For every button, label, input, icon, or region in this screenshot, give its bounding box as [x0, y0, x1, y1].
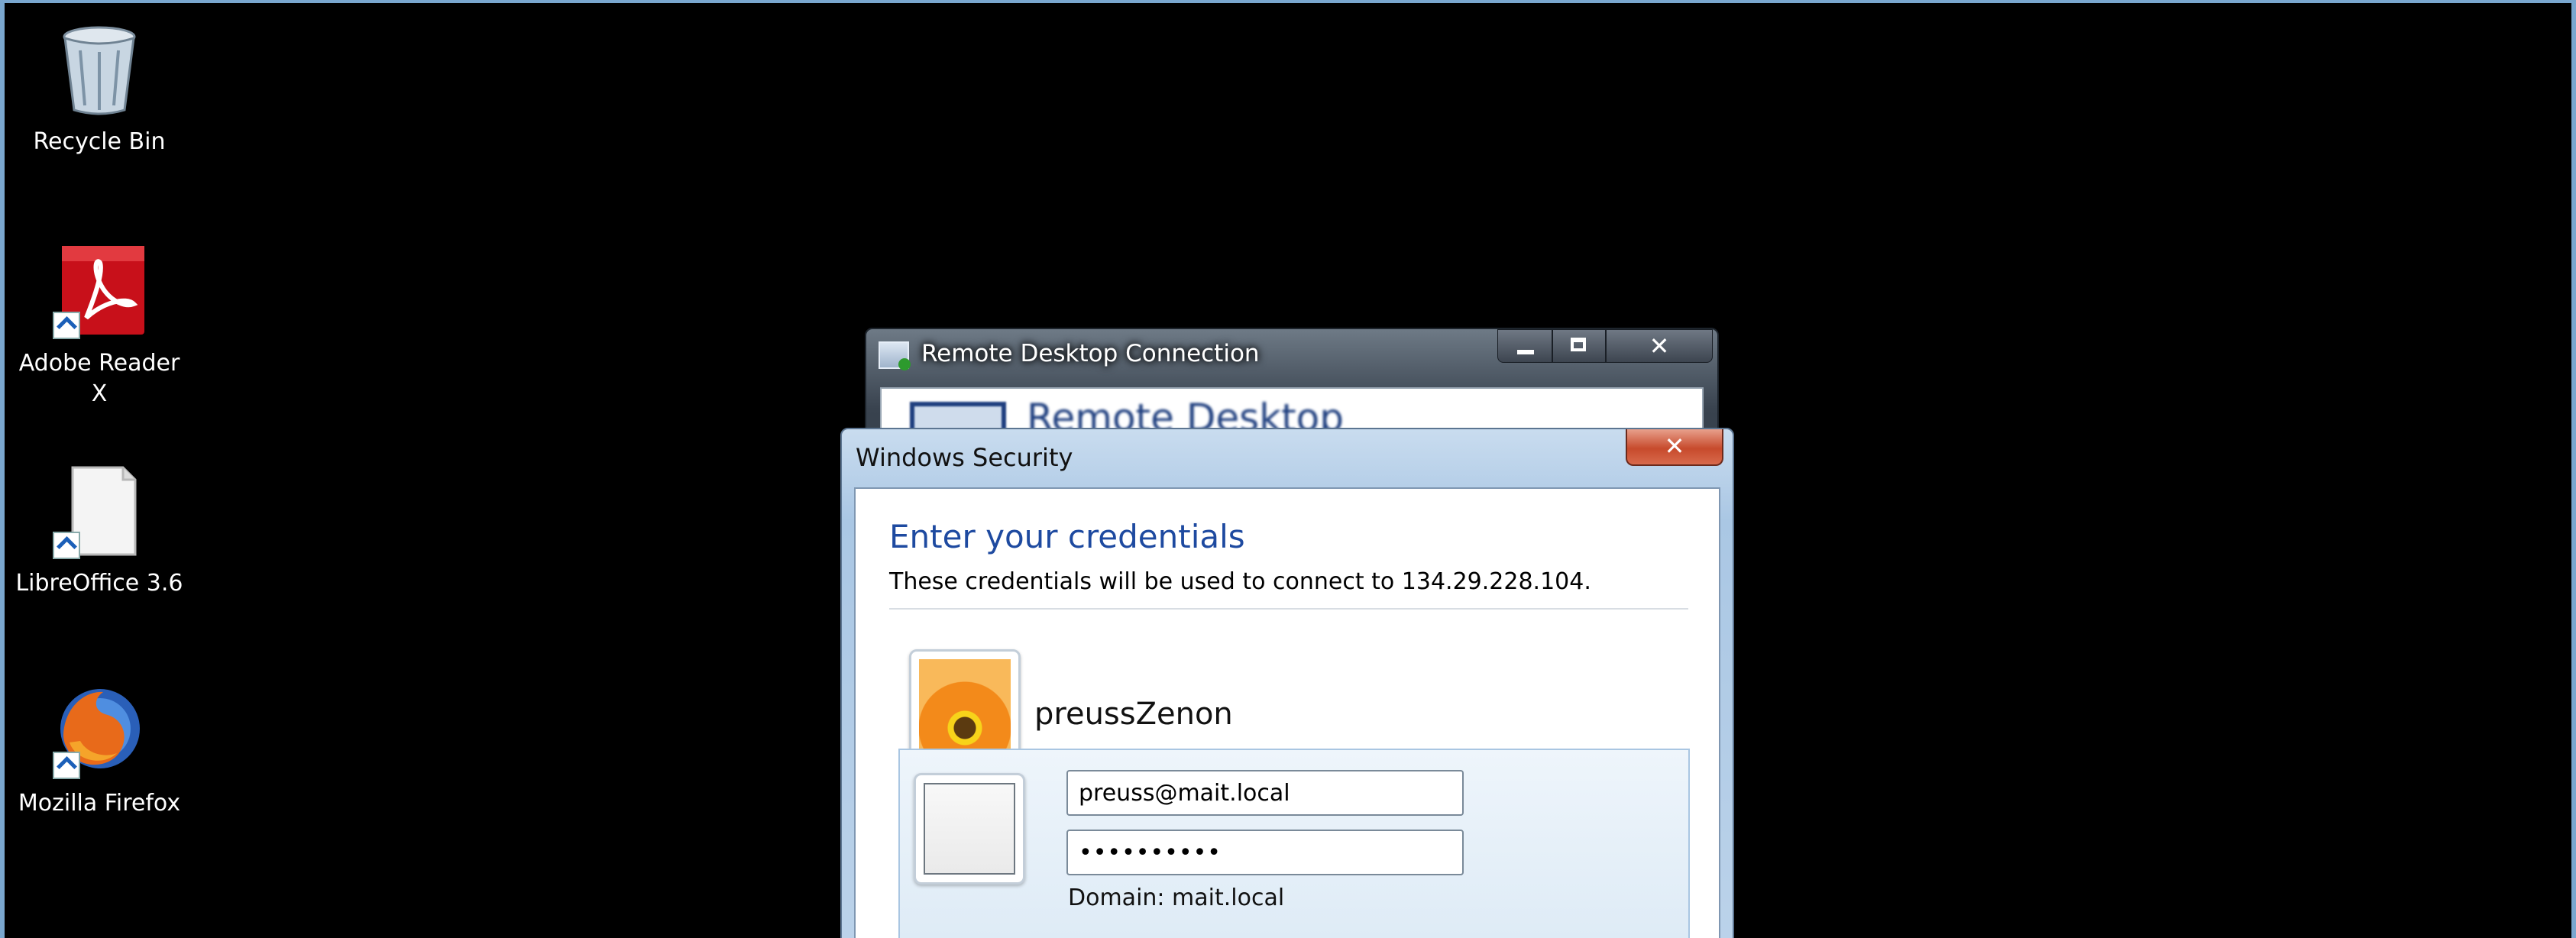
close-button[interactable]: ✕ [1606, 329, 1713, 363]
username-input[interactable] [1066, 770, 1464, 816]
flower-avatar-icon [919, 659, 1011, 751]
saved-user-name[interactable]: preussZenon [1034, 697, 1233, 732]
dialog-title: Windows Security [856, 443, 1073, 472]
credentials-heading: Enter your credentials [889, 518, 1245, 555]
remote-desktop-icon [879, 341, 911, 370]
recycle-bin-icon [50, 20, 149, 119]
dialog-body: Enter your credentials These credentials… [854, 487, 1720, 938]
minimize-button[interactable] [1497, 329, 1552, 363]
desktop-icon-label: Recycle Bin [33, 128, 166, 155]
dialog-close-button[interactable]: ✕ [1626, 429, 1723, 466]
adobe-reader-icon [50, 241, 149, 341]
remote-desktop-frame: Recycle Bin Adobe Reader X LibreOffice 3… [0, 0, 2576, 938]
credentials-description: These credentials will be used to connec… [889, 568, 1591, 595]
shortcut-arrow-icon [53, 312, 80, 339]
rdc-titlebar[interactable]: Remote Desktop Connection ✕ [866, 329, 1717, 380]
password-input[interactable] [1066, 830, 1464, 875]
saved-user-tile[interactable] [909, 649, 1021, 761]
desktop-icon-firefox[interactable]: Mozilla Firefox [15, 681, 183, 819]
domain-label: Domain: mait.local [1068, 885, 1285, 911]
close-icon: ✕ [1649, 332, 1670, 361]
new-user-tile [914, 773, 1025, 885]
credential-entry-panel[interactable]: Domain: mait.local [898, 749, 1690, 938]
libreoffice-icon [50, 461, 149, 561]
shortcut-arrow-icon [53, 752, 80, 779]
desktop-icon-recycle-bin[interactable]: Recycle Bin [15, 20, 183, 157]
shortcut-arrow-icon [53, 532, 80, 559]
windows-security-dialog: Windows Security ✕ Enter your credential… [840, 428, 1734, 938]
firefox-icon [50, 681, 149, 781]
desktop-icon-libreoffice[interactable]: LibreOffice 3.6 [15, 461, 183, 599]
maximize-button[interactable] [1552, 329, 1606, 363]
desktop-icon-label: Mozilla Firefox [18, 790, 181, 817]
blank-avatar-icon [924, 783, 1015, 875]
desktop-icon-adobe-reader[interactable]: Adobe Reader X [15, 241, 183, 409]
rdc-window-title: Remote Desktop Connection [921, 340, 1260, 367]
desktop-icon-label: Adobe Reader X [18, 350, 180, 407]
close-icon: ✕ [1664, 432, 1685, 461]
divider [889, 608, 1688, 610]
desktop-icon-label: LibreOffice 3.6 [15, 570, 183, 597]
